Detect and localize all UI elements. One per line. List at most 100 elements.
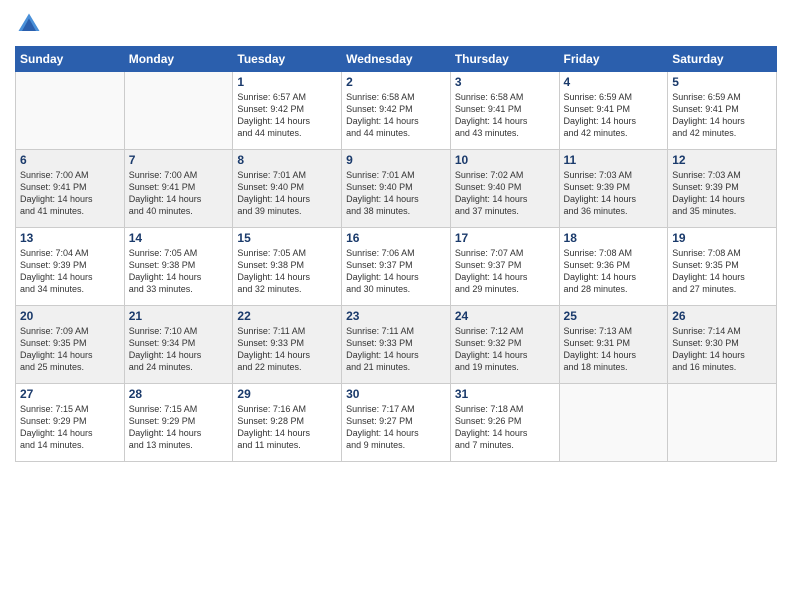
calendar-cell xyxy=(668,384,777,462)
calendar-cell: 22 Sunrise: 7:11 AMSunset: 9:33 PMDayligh… xyxy=(233,306,342,384)
calendar-cell: 7 Sunrise: 7:00 AMSunset: 9:41 PMDaylight… xyxy=(124,150,233,228)
logo-icon xyxy=(15,10,43,38)
calendar-cell: 27 Sunrise: 7:15 AMSunset: 9:29 PMDayligh… xyxy=(16,384,125,462)
cell-info: Sunrise: 7:05 AMSunset: 9:38 PMDaylight:… xyxy=(129,247,229,296)
calendar-week-row: 6 Sunrise: 7:00 AMSunset: 9:41 PMDaylight… xyxy=(16,150,777,228)
calendar-cell: 18Sunrise: 7:08 AMSunset: 9:36 PMDayligh… xyxy=(559,228,668,306)
calendar-cell: 1Sunrise: 6:57 AMSunset: 9:42 PMDaylight… xyxy=(233,72,342,150)
calendar-cell: 8 Sunrise: 7:01 AMSunset: 9:40 PMDaylight… xyxy=(233,150,342,228)
cell-info: Sunrise: 7:17 AMSunset: 9:27 PMDaylight:… xyxy=(346,403,446,452)
logo xyxy=(15,10,47,38)
calendar-cell: 6 Sunrise: 7:00 AMSunset: 9:41 PMDaylight… xyxy=(16,150,125,228)
cell-info: Sunrise: 6:59 AMSunset: 9:41 PMDaylight:… xyxy=(672,91,772,140)
page: SundayMondayTuesdayWednesdayThursdayFrid… xyxy=(0,0,792,612)
header xyxy=(15,10,777,38)
calendar-cell: 28Sunrise: 7:15 AMSunset: 9:29 PMDayligh… xyxy=(124,384,233,462)
day-number: 15 xyxy=(237,231,337,245)
day-number: 13 xyxy=(20,231,120,245)
cell-info: Sunrise: 7:18 AMSunset: 9:26 PMDaylight:… xyxy=(455,403,555,452)
calendar-week-row: 27 Sunrise: 7:15 AMSunset: 9:29 PMDayligh… xyxy=(16,384,777,462)
day-number: 16 xyxy=(346,231,446,245)
weekday-header: Friday xyxy=(559,47,668,72)
weekday-header: Saturday xyxy=(668,47,777,72)
calendar-cell: 30 Sunrise: 7:17 AMSunset: 9:27 PMDayligh… xyxy=(342,384,451,462)
calendar-cell: 10 Sunrise: 7:02 AMSunset: 9:40 PMDayligh… xyxy=(450,150,559,228)
cell-info: Sunrise: 6:57 AMSunset: 9:42 PMDaylight:… xyxy=(237,91,337,140)
day-number: 28 xyxy=(129,387,229,401)
day-number: 6 xyxy=(20,153,120,167)
day-number: 17 xyxy=(455,231,555,245)
day-number: 5 xyxy=(672,75,772,89)
calendar-cell: 25 Sunrise: 7:13 AMSunset: 9:31 PMDayligh… xyxy=(559,306,668,384)
cell-info: Sunrise: 7:01 AMSunset: 9:40 PMDaylight:… xyxy=(346,169,446,218)
calendar-cell: 11 Sunrise: 7:03 AMSunset: 9:39 PMDayligh… xyxy=(559,150,668,228)
cell-info: Sunrise: 6:59 AMSunset: 9:41 PMDaylight:… xyxy=(564,91,664,140)
calendar-cell: 15Sunrise: 7:05 AMSunset: 9:38 PMDayligh… xyxy=(233,228,342,306)
day-number: 30 xyxy=(346,387,446,401)
calendar-cell: 9 Sunrise: 7:01 AMSunset: 9:40 PMDaylight… xyxy=(342,150,451,228)
day-number: 22 xyxy=(237,309,337,323)
calendar-cell: 23Sunrise: 7:11 AMSunset: 9:33 PMDayligh… xyxy=(342,306,451,384)
calendar-cell xyxy=(124,72,233,150)
calendar-cell: 31 Sunrise: 7:18 AMSunset: 9:26 PMDayligh… xyxy=(450,384,559,462)
cell-info: Sunrise: 7:11 AMSunset: 9:33 PMDaylight:… xyxy=(346,325,446,374)
cell-info: Sunrise: 6:58 AMSunset: 9:42 PMDaylight:… xyxy=(346,91,446,140)
calendar-cell: 13 Sunrise: 7:04 AMSunset: 9:39 PMDayligh… xyxy=(16,228,125,306)
calendar-cell: 29 Sunrise: 7:16 AMSunset: 9:28 PMDayligh… xyxy=(233,384,342,462)
cell-info: Sunrise: 7:01 AMSunset: 9:40 PMDaylight:… xyxy=(237,169,337,218)
calendar-week-row: 1Sunrise: 6:57 AMSunset: 9:42 PMDaylight… xyxy=(16,72,777,150)
cell-info: Sunrise: 7:03 AMSunset: 9:39 PMDaylight:… xyxy=(564,169,664,218)
cell-info: Sunrise: 7:04 AMSunset: 9:39 PMDaylight:… xyxy=(20,247,120,296)
day-number: 31 xyxy=(455,387,555,401)
day-number: 19 xyxy=(672,231,772,245)
day-number: 7 xyxy=(129,153,229,167)
calendar-cell: 12Sunrise: 7:03 AMSunset: 9:39 PMDayligh… xyxy=(668,150,777,228)
calendar-cell: 20Sunrise: 7:09 AMSunset: 9:35 PMDayligh… xyxy=(16,306,125,384)
weekday-header: Monday xyxy=(124,47,233,72)
calendar-cell: 2 Sunrise: 6:58 AMSunset: 9:42 PMDaylight… xyxy=(342,72,451,150)
cell-info: Sunrise: 7:08 AMSunset: 9:35 PMDaylight:… xyxy=(672,247,772,296)
cell-info: Sunrise: 7:02 AMSunset: 9:40 PMDaylight:… xyxy=(455,169,555,218)
day-number: 4 xyxy=(564,75,664,89)
calendar-cell: 16 Sunrise: 7:06 AMSunset: 9:37 PMDayligh… xyxy=(342,228,451,306)
calendar-cell: 19 Sunrise: 7:08 AMSunset: 9:35 PMDayligh… xyxy=(668,228,777,306)
day-number: 12 xyxy=(672,153,772,167)
calendar-week-row: 20Sunrise: 7:09 AMSunset: 9:35 PMDayligh… xyxy=(16,306,777,384)
cell-info: Sunrise: 7:00 AMSunset: 9:41 PMDaylight:… xyxy=(20,169,120,218)
day-number: 14 xyxy=(129,231,229,245)
cell-info: Sunrise: 7:06 AMSunset: 9:37 PMDaylight:… xyxy=(346,247,446,296)
calendar-header-row: SundayMondayTuesdayWednesdayThursdayFrid… xyxy=(16,47,777,72)
day-number: 25 xyxy=(564,309,664,323)
day-number: 9 xyxy=(346,153,446,167)
calendar-cell: 24Sunrise: 7:12 AMSunset: 9:32 PMDayligh… xyxy=(450,306,559,384)
day-number: 11 xyxy=(564,153,664,167)
cell-info: Sunrise: 7:07 AMSunset: 9:37 PMDaylight:… xyxy=(455,247,555,296)
calendar-cell xyxy=(559,384,668,462)
cell-info: Sunrise: 7:00 AMSunset: 9:41 PMDaylight:… xyxy=(129,169,229,218)
calendar-cell xyxy=(16,72,125,150)
calendar-cell: 26Sunrise: 7:14 AMSunset: 9:30 PMDayligh… xyxy=(668,306,777,384)
weekday-header: Thursday xyxy=(450,47,559,72)
calendar-cell: 4 Sunrise: 6:59 AMSunset: 9:41 PMDaylight… xyxy=(559,72,668,150)
day-number: 3 xyxy=(455,75,555,89)
cell-info: Sunrise: 7:13 AMSunset: 9:31 PMDaylight:… xyxy=(564,325,664,374)
calendar-cell: 17 Sunrise: 7:07 AMSunset: 9:37 PMDayligh… xyxy=(450,228,559,306)
day-number: 10 xyxy=(455,153,555,167)
day-number: 29 xyxy=(237,387,337,401)
cell-info: Sunrise: 7:08 AMSunset: 9:36 PMDaylight:… xyxy=(564,247,664,296)
day-number: 2 xyxy=(346,75,446,89)
cell-info: Sunrise: 7:15 AMSunset: 9:29 PMDaylight:… xyxy=(20,403,120,452)
cell-info: Sunrise: 7:10 AMSunset: 9:34 PMDaylight:… xyxy=(129,325,229,374)
cell-info: Sunrise: 7:14 AMSunset: 9:30 PMDaylight:… xyxy=(672,325,772,374)
calendar-cell: 3 Sunrise: 6:58 AMSunset: 9:41 PMDaylight… xyxy=(450,72,559,150)
calendar-cell: 14 Sunrise: 7:05 AMSunset: 9:38 PMDayligh… xyxy=(124,228,233,306)
day-number: 8 xyxy=(237,153,337,167)
calendar: SundayMondayTuesdayWednesdayThursdayFrid… xyxy=(15,46,777,462)
cell-info: Sunrise: 7:11 AMSunset: 9:33 PMDaylight:… xyxy=(237,325,337,374)
weekday-header: Wednesday xyxy=(342,47,451,72)
cell-info: Sunrise: 7:16 AMSunset: 9:28 PMDaylight:… xyxy=(237,403,337,452)
calendar-cell: 5 Sunrise: 6:59 AMSunset: 9:41 PMDaylight… xyxy=(668,72,777,150)
day-number: 24 xyxy=(455,309,555,323)
day-number: 27 xyxy=(20,387,120,401)
cell-info: Sunrise: 6:58 AMSunset: 9:41 PMDaylight:… xyxy=(455,91,555,140)
